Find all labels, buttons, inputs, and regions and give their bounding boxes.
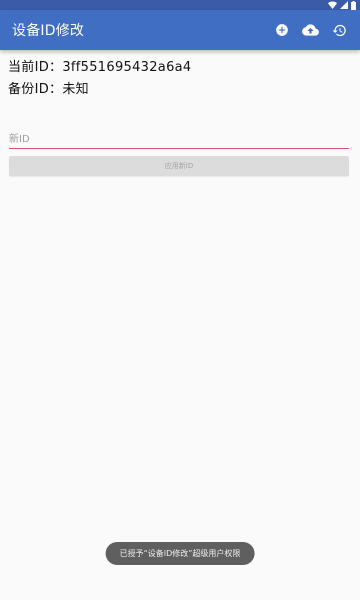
toolbar-actions	[267, 10, 354, 50]
toast-message: 已授予“设备ID修改”超级用户权限	[105, 542, 255, 565]
app-title: 设备ID修改	[12, 23, 85, 39]
current-id-text: 当前ID：3ff551695432a6a4	[8, 60, 192, 75]
id-info: 当前ID：3ff551695432a6a4 备份ID：未知	[0, 50, 360, 101]
add-button[interactable]	[267, 10, 296, 50]
new-id-input[interactable]	[9, 130, 349, 149]
app-screen: 设备ID修改 当前ID：3ff551695432a6a4 备份ID：未知 新ID…	[0, 0, 360, 600]
app-bar: 设备ID修改	[0, 10, 360, 50]
apply-new-id-button[interactable]: 应用新ID	[9, 156, 349, 176]
cloud-upload-icon	[302, 24, 319, 36]
backup-id-text: 备份ID：未知	[8, 82, 89, 97]
new-id-form: 应用新ID	[0, 130, 360, 176]
signal-icon	[340, 1, 348, 9]
restore-icon	[332, 24, 346, 36]
restore-button[interactable]	[325, 10, 354, 50]
backup-upload-button[interactable]	[296, 10, 325, 50]
status-icons	[328, 0, 356, 10]
status-bar	[0, 0, 360, 10]
battery-icon	[351, 0, 356, 10]
wifi-icon	[328, 1, 337, 9]
add-circle-icon	[275, 24, 288, 36]
